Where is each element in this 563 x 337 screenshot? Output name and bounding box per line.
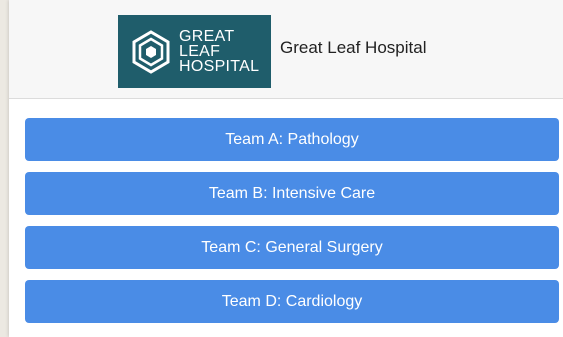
team-panel: GREAT LEAF HOSPITAL Great Leaf Hospital … — [9, 0, 563, 337]
team-list: Team A: Pathology Team B: Intensive Care… — [25, 118, 559, 334]
logo-line-2: LEAF — [179, 43, 221, 60]
logo-line-1: GREAT — [179, 28, 235, 45]
team-b-button[interactable]: Team B: Intensive Care — [25, 172, 559, 215]
team-a-button[interactable]: Team A: Pathology — [25, 118, 559, 161]
hospital-name: Great Leaf Hospital — [280, 38, 427, 57]
header: GREAT LEAF HOSPITAL Great Leaf Hospital — [9, 0, 563, 99]
team-d-button[interactable]: Team D: Cardiology — [25, 280, 559, 323]
logo-line-3: HOSPITAL — [179, 58, 260, 75]
logo-text: GREAT LEAF HOSPITAL — [179, 28, 260, 75]
hospital-logo: GREAT LEAF HOSPITAL — [118, 15, 271, 88]
hexagon-logo-icon — [132, 29, 170, 74]
team-c-button[interactable]: Team C: General Surgery — [25, 226, 559, 269]
